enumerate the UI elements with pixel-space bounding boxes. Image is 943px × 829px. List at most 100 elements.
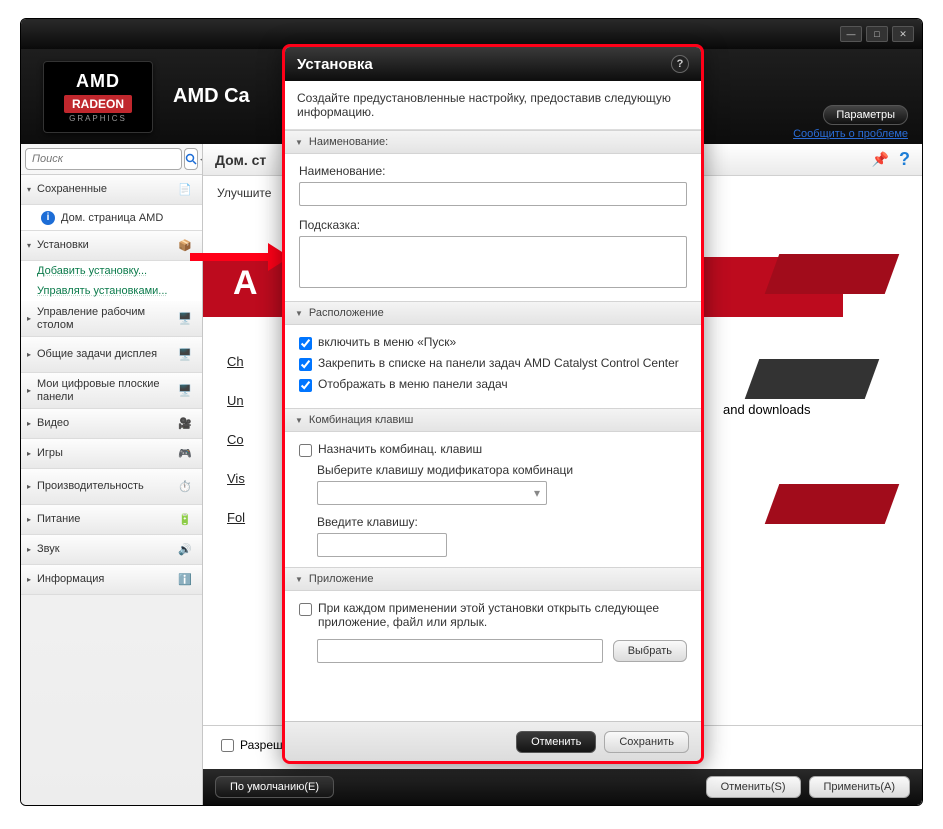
sidebar-sub-add-install[interactable]: Добавить установку... <box>21 261 202 281</box>
sidebar-label: Управление рабочим столом <box>37 306 174 330</box>
assign-hotkey-checkbox[interactable] <box>299 444 312 457</box>
box-icon: 📦 <box>174 237 196 255</box>
displays-icon: 🖥️ <box>174 346 196 364</box>
chevron-right-icon: ▸ <box>27 386 37 395</box>
allow-label: Разреш <box>240 738 283 752</box>
apply-button[interactable]: Применить(A) <box>809 776 911 798</box>
logo-product-text: RADEON <box>64 95 132 113</box>
content-link[interactable]: Vis <box>227 471 245 486</box>
modifier-dropdown[interactable]: ▾ <box>317 481 547 505</box>
parameters-button[interactable]: Параметры <box>823 105 908 125</box>
report-problem-link[interactable]: Сообщить о проблеме <box>793 128 908 140</box>
sidebar-label: Сохраненные <box>37 183 174 195</box>
app-title: AMD Ca <box>173 85 250 108</box>
name-input[interactable] <box>299 182 687 206</box>
logo-brand-text: AMD <box>76 71 120 92</box>
app-path-input[interactable] <box>317 639 603 663</box>
sidebar-label: Информация <box>37 573 174 585</box>
content-link[interactable]: Ch <box>227 354 245 369</box>
allow-checkbox[interactable] <box>221 739 234 752</box>
chevron-down-icon: ▼ <box>295 138 303 147</box>
dialog-cancel-button[interactable]: Отменить <box>516 731 596 753</box>
sidebar-item-information[interactable]: ▸ Информация ℹ️ <box>21 565 202 595</box>
downloads-text: and downloads <box>723 402 810 417</box>
minimize-button[interactable]: — <box>840 26 862 42</box>
search-input[interactable] <box>25 148 182 170</box>
sidebar-label: Мои цифровые плоские панели <box>37 378 174 402</box>
name-label: Наименование: <box>299 164 687 178</box>
sidebar-item-video[interactable]: ▸ Видео 🎥 <box>21 409 202 439</box>
footer-bar: По умолчанию(E) Отменить(S) Применить(A) <box>203 769 922 805</box>
logo-sub-text: GRAPHICS <box>69 114 127 123</box>
sidebar-item-saved[interactable]: ▾ Сохраненные 📄 <box>21 175 202 205</box>
modifier-label: Выберите клавишу модификатора комбинаци <box>317 463 687 477</box>
sidebar-item-display-tasks[interactable]: ▸ Общие задачи дисплея 🖥️ <box>21 337 202 373</box>
taskbar-pin-checkbox[interactable] <box>299 358 312 371</box>
sidebar-item-games[interactable]: ▸ Игры 🎮 <box>21 439 202 469</box>
chevron-right-icon: ▸ <box>27 419 37 428</box>
open-app-checkbox[interactable] <box>299 603 312 616</box>
chevron-right-icon: ▸ <box>27 350 37 359</box>
camera-icon: 🎥 <box>174 415 196 433</box>
section-header-hotkey[interactable]: ▼ Комбинация клавиш <box>285 408 701 432</box>
section-title: Комбинация клавиш <box>309 414 413 426</box>
gamepad-icon: 🎮 <box>174 445 196 463</box>
key-label: Введите клавишу: <box>317 515 687 529</box>
section-header-app[interactable]: ▼ Приложение <box>285 567 701 591</box>
dialog-help-icon[interactable]: ? <box>671 55 689 73</box>
chevron-right-icon: ▸ <box>27 449 37 458</box>
section-header-location[interactable]: ▼ Расположение <box>285 301 701 325</box>
taskbar-menu-checkbox[interactable] <box>299 379 312 392</box>
sidebar-label: Видео <box>37 417 174 429</box>
chevron-down-icon: ▼ <box>295 309 303 318</box>
info-icon: ℹ️ <box>174 571 196 589</box>
sidebar-item-installs[interactable]: ▾ Установки 📦 <box>21 231 202 261</box>
checkbox-label: Закрепить в списке на панели задач AMD C… <box>318 356 679 370</box>
dialog-titlebar: Установка ? <box>285 47 701 81</box>
battery-icon: 🔋 <box>174 511 196 529</box>
sidebar-item-performance[interactable]: ▸ Производительность ⏱️ <box>21 469 202 505</box>
sidebar-label: Звук <box>37 543 174 555</box>
chevron-right-icon: ▸ <box>27 515 37 524</box>
banner-letter: A <box>233 264 258 303</box>
help-icon[interactable]: ? <box>899 149 910 170</box>
checkbox-label: Отображать в меню панели задач <box>318 377 508 391</box>
hint-label: Подсказка: <box>299 218 687 232</box>
search-button[interactable] <box>184 148 198 170</box>
info-icon: i <box>41 211 55 225</box>
defaults-button[interactable]: По умолчанию(E) <box>215 776 334 798</box>
content-link[interactable]: Fol <box>227 510 245 525</box>
close-button[interactable]: ✕ <box>892 26 914 42</box>
decor-shape <box>745 359 880 399</box>
start-menu-checkbox[interactable] <box>299 337 312 350</box>
callout-arrow <box>190 253 270 261</box>
sidebar-item-audio[interactable]: ▸ Звук 🔊 <box>21 535 202 565</box>
hint-textarea[interactable] <box>299 236 687 288</box>
sidebar-sub-manage-installs[interactable]: Управлять установками... <box>21 281 202 301</box>
content-link[interactable]: Co <box>227 432 245 447</box>
gauge-icon: ⏱️ <box>174 478 196 496</box>
chevron-down-icon: ▼ <box>295 416 303 425</box>
chevron-right-icon: ▸ <box>27 314 37 323</box>
chevron-down-icon: ▾ <box>27 185 37 194</box>
section-title: Расположение <box>309 307 384 319</box>
maximize-button[interactable]: □ <box>866 26 888 42</box>
sidebar-item-power[interactable]: ▸ Питание 🔋 <box>21 505 202 535</box>
dialog-save-button[interactable]: Сохранить <box>604 731 689 753</box>
install-dialog: Установка ? Создайте предустановленные н… <box>282 44 704 764</box>
key-input[interactable] <box>317 533 447 557</box>
sidebar-item-desktop[interactable]: ▸ Управление рабочим столом 🖥️ <box>21 301 202 337</box>
section-header-name[interactable]: ▼ Наименование: <box>285 130 701 154</box>
sidebar-item-amd-home[interactable]: i Дом. страница AMD <box>21 205 202 231</box>
saved-icon: 📄 <box>174 181 196 199</box>
chevron-right-icon: ▸ <box>27 545 37 554</box>
dialog-title: Установка <box>297 56 373 73</box>
section-title: Наименование: <box>309 136 388 148</box>
content-link[interactable]: Un <box>227 393 245 408</box>
cancel-button[interactable]: Отменить(S) <box>706 776 801 798</box>
sidebar-item-flat-panels[interactable]: ▸ Мои цифровые плоские панели 🖥️ <box>21 373 202 409</box>
sidebar-label: Питание <box>37 513 174 525</box>
browse-button[interactable]: Выбрать <box>613 640 687 662</box>
section-title: Приложение <box>309 573 374 585</box>
pin-icon[interactable]: 📌 <box>872 151 889 168</box>
